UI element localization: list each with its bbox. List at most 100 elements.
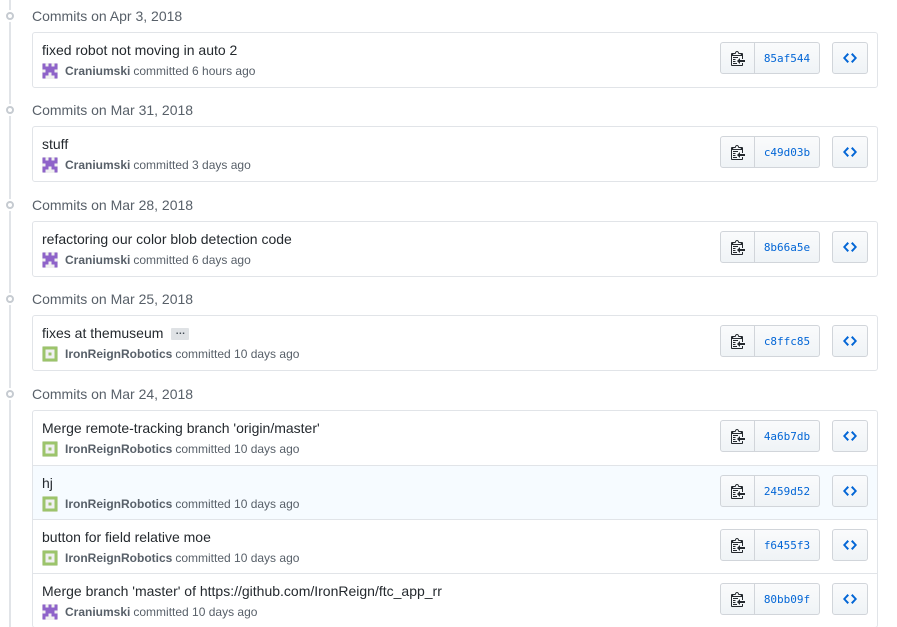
- commit-message-link[interactable]: button for field relative moe: [42, 529, 211, 545]
- copy-sha-button[interactable]: [720, 325, 755, 357]
- commit-meta: IronReignRobotics committed 10 days ago: [42, 441, 299, 457]
- code-icon: [843, 591, 857, 607]
- commit-author[interactable]: IronReignRobotics: [65, 442, 172, 456]
- avatar[interactable]: [42, 550, 58, 566]
- commit-message-link[interactable]: refactoring our color blob detection cod…: [42, 231, 292, 247]
- sha-button-group: 8b66a5e: [720, 231, 820, 263]
- browse-repo-button[interactable]: [832, 583, 868, 615]
- code-icon: [843, 537, 857, 553]
- avatar[interactable]: [42, 441, 58, 457]
- commit-time: committed 6 hours ago: [133, 64, 256, 78]
- copy-sha-button[interactable]: [720, 529, 755, 561]
- commit-sha-link[interactable]: 85af544: [755, 42, 820, 74]
- commit-time: committed 10 days ago: [175, 347, 300, 361]
- sha-button-group: 2459d52: [720, 475, 820, 507]
- code-icon: [843, 144, 857, 160]
- avatar[interactable]: [42, 604, 58, 620]
- commit-time: committed 10 days ago: [175, 551, 300, 565]
- sha-button-group: c49d03b: [720, 136, 820, 168]
- code-icon: [843, 428, 857, 444]
- commit-time: committed 10 days ago: [175, 442, 300, 456]
- commit-meta: Craniumski committed 10 days ago: [42, 604, 257, 620]
- commit-message: fixes at themuseum …: [42, 325, 190, 341]
- commit-meta: IronReignRobotics committed 10 days ago: [42, 496, 299, 512]
- browse-repo-button[interactable]: [832, 325, 868, 357]
- commit-message: fixed robot not moving in auto 2: [42, 42, 237, 58]
- commit-group-title: Commits on Mar 31, 2018: [32, 102, 194, 118]
- commit-row: refactoring our color blob detection cod…: [33, 222, 877, 276]
- clipboard-icon: [730, 239, 745, 255]
- commit-group-title: Commits on Mar 24, 2018: [32, 386, 194, 402]
- commit-time: committed 6 days ago: [133, 253, 251, 267]
- commit-author[interactable]: IronReignRobotics: [65, 347, 172, 361]
- commit-message-link[interactable]: fixed robot not moving in auto 2: [42, 42, 237, 58]
- commit-row: Merge remote-tracking branch 'origin/mas…: [33, 411, 877, 465]
- copy-sha-button[interactable]: [720, 475, 755, 507]
- avatar[interactable]: [42, 157, 58, 173]
- browse-repo-button[interactable]: [832, 420, 868, 452]
- commit-meta: Craniumski committed 6 days ago: [42, 252, 251, 268]
- commit-meta: Craniumski committed 3 days ago: [42, 157, 251, 173]
- browse-repo-button[interactable]: [832, 42, 868, 74]
- commit-author[interactable]: Craniumski: [65, 253, 130, 267]
- avatar[interactable]: [42, 63, 58, 79]
- sha-button-group: f6455f3: [720, 529, 820, 561]
- browse-repo-button[interactable]: [832, 475, 868, 507]
- commit-sha-link[interactable]: 4a6b7db: [755, 420, 820, 452]
- commit-message: stuff: [42, 136, 68, 152]
- avatar[interactable]: [42, 252, 58, 268]
- copy-sha-button[interactable]: [720, 583, 755, 615]
- clipboard-icon: [730, 483, 745, 499]
- commit-sha-link[interactable]: c8ffc85: [755, 325, 820, 357]
- commit-sha-link[interactable]: 2459d52: [755, 475, 820, 507]
- commit-row: Merge branch 'master' of https://github.…: [33, 573, 877, 627]
- commit-message-link[interactable]: hj: [42, 475, 53, 491]
- commit-sha-link[interactable]: c49d03b: [755, 136, 820, 168]
- commit-message: button for field relative moe: [42, 529, 211, 545]
- commit-sha-link[interactable]: 80bb09f: [755, 583, 820, 615]
- commit-dot-icon: [2, 293, 18, 305]
- commit-sha-link[interactable]: 8b66a5e: [755, 231, 820, 263]
- commit-group-title: Commits on Mar 28, 2018: [32, 197, 194, 213]
- commit-message-link[interactable]: Merge branch 'master' of https://github.…: [42, 583, 442, 599]
- commit-row: button for field relative moe IronReignR…: [33, 519, 877, 573]
- commit-meta: IronReignRobotics committed 10 days ago: [42, 346, 299, 362]
- sha-button-group: 80bb09f: [720, 583, 820, 615]
- browse-repo-button[interactable]: [832, 136, 868, 168]
- copy-sha-button[interactable]: [720, 231, 755, 263]
- avatar[interactable]: [42, 346, 58, 362]
- avatar[interactable]: [42, 496, 58, 512]
- commit-row: stuff Craniumski committed 3 days ago c4…: [33, 127, 877, 181]
- commit-message-link[interactable]: Merge remote-tracking branch 'origin/mas…: [42, 420, 320, 436]
- commit-time: committed 10 days ago: [175, 497, 300, 511]
- commit-message-link[interactable]: fixes at themuseum: [42, 325, 163, 341]
- commit-author[interactable]: Craniumski: [65, 64, 130, 78]
- code-icon: [843, 50, 857, 66]
- sha-button-group: 85af544: [720, 42, 820, 74]
- commit-list: stuff Craniumski committed 3 days ago c4…: [32, 126, 878, 182]
- expand-message-button[interactable]: …: [171, 327, 190, 341]
- copy-sha-button[interactable]: [720, 42, 755, 74]
- commit-author[interactable]: Craniumski: [65, 605, 130, 619]
- browse-repo-button[interactable]: [832, 529, 868, 561]
- code-icon: [843, 239, 857, 255]
- commit-list: fixed robot not moving in auto 2 Cranium…: [32, 32, 878, 88]
- copy-sha-button[interactable]: [720, 420, 755, 452]
- commit-message-link[interactable]: stuff: [42, 136, 68, 152]
- commit-author[interactable]: IronReignRobotics: [65, 497, 172, 511]
- commit-sha-link[interactable]: f6455f3: [755, 529, 820, 561]
- copy-sha-button[interactable]: [720, 136, 755, 168]
- commit-meta: Craniumski committed 6 hours ago: [42, 63, 255, 79]
- commit-dot-icon: [2, 388, 18, 400]
- commit-list: fixes at themuseum … IronReignRobotics co…: [32, 315, 878, 371]
- clipboard-icon: [730, 428, 745, 444]
- clipboard-icon: [730, 537, 745, 553]
- browse-repo-button[interactable]: [832, 231, 868, 263]
- commit-dot-icon: [2, 104, 18, 116]
- clipboard-icon: [730, 144, 745, 160]
- clipboard-icon: [730, 333, 745, 349]
- commit-message: Merge remote-tracking branch 'origin/mas…: [42, 420, 320, 436]
- commit-author[interactable]: Craniumski: [65, 158, 130, 172]
- commit-dot-icon: [2, 10, 18, 22]
- commit-author[interactable]: IronReignRobotics: [65, 551, 172, 565]
